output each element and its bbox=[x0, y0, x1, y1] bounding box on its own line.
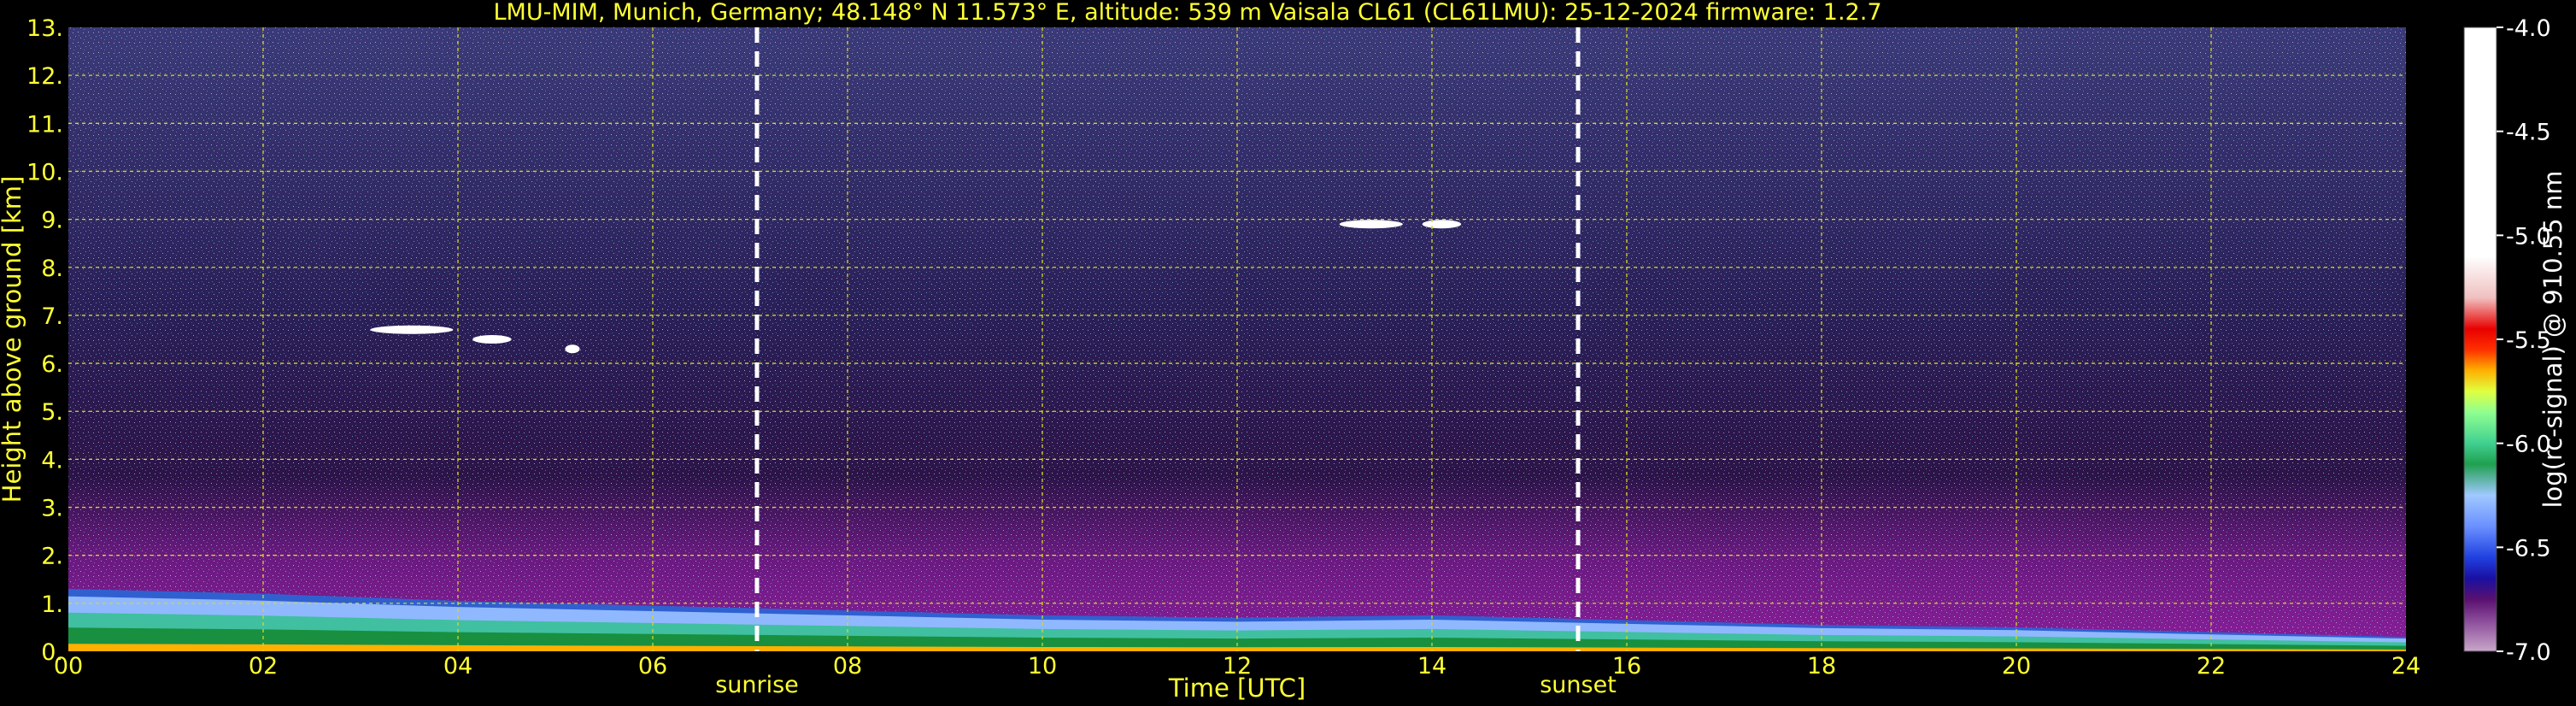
vline-label-sunrise: sunrise bbox=[715, 672, 799, 698]
y-tick-label: 13. bbox=[26, 15, 63, 42]
y-axis-ticks: 0.1.2.3.4.5.6.7.8.9.10.11.12.13. bbox=[26, 15, 63, 666]
lidar-backscatter-chart: LMU-MIM, Munich, Germany; 48.148° N 11.5… bbox=[0, 0, 2567, 703]
colorbar-tick-label: -4.5 bbox=[2506, 120, 2551, 146]
y-tick-label: 10. bbox=[26, 159, 63, 185]
cloud-patch bbox=[370, 325, 454, 334]
colorbar-label: log(rc-signal) @ 910.55 nm bbox=[2538, 170, 2567, 508]
x-tick-label: 04 bbox=[443, 653, 472, 680]
chart-title: LMU-MIM, Munich, Germany; 48.148° N 11.5… bbox=[493, 0, 1881, 26]
y-axis-label: Height above ground [km] bbox=[0, 176, 26, 503]
noise-texture bbox=[68, 27, 2406, 651]
cloud-patch bbox=[1339, 220, 1403, 229]
colorbar-tick-label: -4.0 bbox=[2506, 15, 2551, 42]
x-tick-label: 08 bbox=[833, 653, 862, 680]
plot-area bbox=[68, 27, 2406, 651]
colorbar-tick-label: -7.0 bbox=[2506, 639, 2551, 666]
y-tick-label: 6. bbox=[41, 351, 63, 378]
y-tick-label: 7. bbox=[41, 303, 63, 330]
colorbar: -4.0-4.5-5.0-5.5-6.0-6.5-7.0 log(rc-sign… bbox=[2463, 15, 2567, 666]
x-tick-label: 06 bbox=[638, 653, 667, 680]
x-tick-label: 20 bbox=[2002, 653, 2031, 680]
y-tick-label: 8. bbox=[41, 256, 63, 282]
colorbar-tick-label: -6.5 bbox=[2506, 535, 2551, 562]
x-tick-label: 18 bbox=[1807, 653, 1836, 680]
cloud-patch bbox=[1422, 220, 1462, 229]
x-tick-label: 14 bbox=[1417, 653, 1446, 680]
vline-label-sunset: sunset bbox=[1540, 672, 1617, 698]
y-tick-label: 5. bbox=[41, 399, 63, 426]
y-tick-label: 3. bbox=[41, 496, 63, 522]
x-axis-label: Time [UTC] bbox=[1168, 674, 1306, 703]
x-tick-label: 22 bbox=[2197, 653, 2226, 680]
y-tick-label: 12. bbox=[26, 63, 63, 90]
y-tick-label: 9. bbox=[41, 208, 63, 234]
x-tick-label: 16 bbox=[1612, 653, 1641, 680]
x-tick-label: 24 bbox=[2391, 653, 2421, 680]
x-tick-label: 10 bbox=[1028, 653, 1057, 680]
y-tick-label: 2. bbox=[41, 544, 63, 570]
x-tick-label: 00 bbox=[54, 653, 83, 680]
cloud-patch bbox=[472, 335, 512, 344]
colorbar-bar bbox=[2463, 26, 2497, 652]
y-tick-label: 1. bbox=[41, 591, 63, 618]
x-tick-label: 02 bbox=[249, 653, 278, 680]
cloud-patch bbox=[565, 344, 580, 354]
y-tick-label: 4. bbox=[41, 447, 63, 474]
y-tick-label: 11. bbox=[26, 111, 63, 138]
